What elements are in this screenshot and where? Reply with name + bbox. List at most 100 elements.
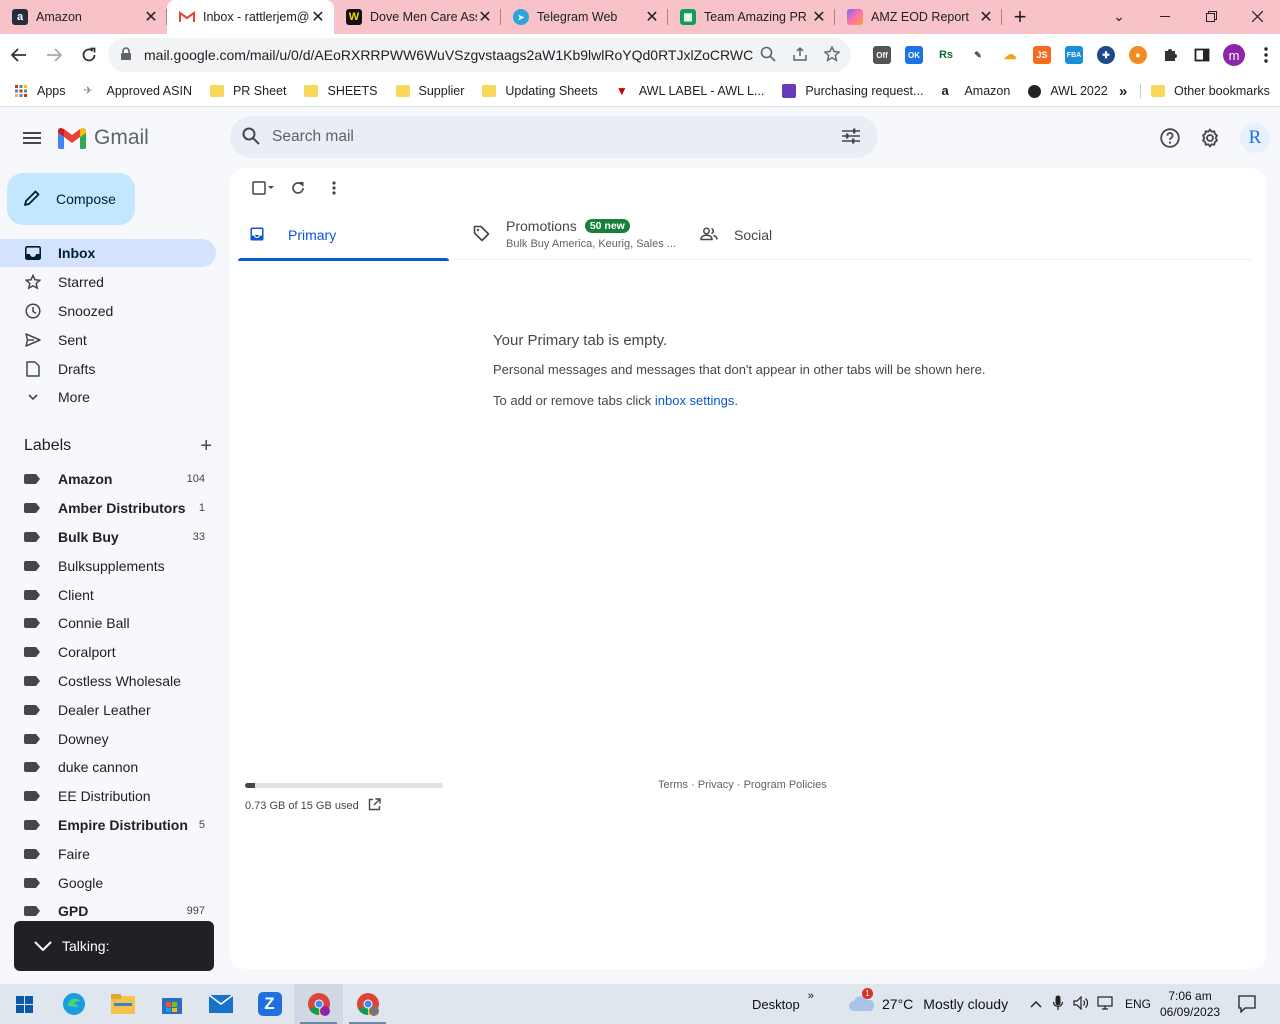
close-tab-icon[interactable]: ✕ bbox=[143, 7, 159, 27]
more-options-button[interactable] bbox=[316, 178, 352, 198]
input-language[interactable]: ENG bbox=[1125, 997, 1151, 1011]
extension-js-icon[interactable]: JS bbox=[1026, 38, 1058, 72]
extension-cloud-icon[interactable]: ☁ bbox=[994, 38, 1026, 72]
browser-tab-gmail[interactable]: Inbox - rattlerjem@ ✕ bbox=[167, 0, 334, 34]
search-input[interactable] bbox=[272, 128, 812, 146]
extension-off-icon[interactable]: Off bbox=[866, 38, 898, 72]
browser-menu-icon[interactable] bbox=[1250, 38, 1280, 72]
label-item[interactable]: Google bbox=[0, 869, 216, 897]
nav-more[interactable]: More bbox=[0, 383, 216, 411]
browser-tab-dove[interactable]: W Dove Men Care Ass ✕ bbox=[334, 0, 501, 34]
label-item[interactable]: Connie Ball bbox=[0, 609, 216, 637]
close-window-button[interactable] bbox=[1234, 0, 1280, 32]
browser-tab-amz-eod[interactable]: AMZ EOD Report ✕ bbox=[835, 0, 1002, 34]
label-item[interactable]: duke cannon bbox=[0, 753, 216, 781]
bookmark-supplier[interactable]: Supplier bbox=[395, 84, 464, 98]
account-avatar[interactable]: R bbox=[1240, 123, 1270, 153]
windows-start-button[interactable] bbox=[0, 984, 49, 1024]
search-icon[interactable] bbox=[242, 127, 260, 148]
new-tab-button[interactable]: + bbox=[1002, 0, 1038, 34]
bookmark-sheets[interactable]: SHEETS bbox=[304, 84, 378, 98]
restore-button[interactable] bbox=[1188, 0, 1234, 32]
terms-link[interactable]: Terms bbox=[658, 779, 688, 791]
extension-rs-icon[interactable]: Rs bbox=[930, 38, 962, 72]
bookmark-updating-sheets[interactable]: Updating Sheets bbox=[482, 84, 598, 98]
close-tab-icon[interactable]: ✕ bbox=[978, 7, 994, 27]
bookmark-star-icon[interactable] bbox=[823, 44, 841, 65]
label-item[interactable]: Downey bbox=[0, 725, 216, 753]
file-explorer-icon[interactable] bbox=[98, 984, 147, 1024]
bookmark-awl-label[interactable]: ▼ AWL LABEL - AWL L... bbox=[616, 84, 765, 98]
nav-snoozed[interactable]: Snoozed bbox=[0, 297, 216, 325]
tab-promotions[interactable]: Promotions 50 new Bulk Buy America, Keur… bbox=[461, 210, 681, 260]
privacy-link[interactable]: Privacy bbox=[698, 779, 734, 791]
close-tab-icon[interactable]: ✕ bbox=[477, 7, 493, 27]
close-tab-icon[interactable]: ✕ bbox=[310, 7, 326, 27]
compose-button[interactable]: Compose bbox=[7, 173, 135, 225]
nav-sent[interactable]: Sent bbox=[0, 326, 216, 354]
share-icon[interactable] bbox=[792, 46, 808, 65]
mail-app-icon[interactable] bbox=[196, 984, 245, 1024]
extension-keepa-icon[interactable]: ✎ bbox=[962, 38, 994, 72]
edge-icon[interactable] bbox=[49, 984, 98, 1024]
reload-button[interactable] bbox=[73, 39, 105, 71]
tab-primary[interactable]: Primary bbox=[238, 210, 449, 261]
bookmark-purchasing[interactable]: Purchasing request... bbox=[782, 84, 923, 98]
forward-button[interactable] bbox=[38, 39, 70, 71]
chrome-icon[interactable] bbox=[294, 984, 343, 1024]
other-bookmarks[interactable]: Other bookmarks bbox=[1140, 84, 1270, 98]
minimize-button[interactable] bbox=[1142, 0, 1188, 32]
nav-starred[interactable]: Starred bbox=[0, 268, 216, 296]
bookmark-awl-2022[interactable]: AWL 2022 bbox=[1028, 84, 1108, 98]
profile-avatar[interactable]: m bbox=[1218, 38, 1250, 72]
side-panel-icon[interactable] bbox=[1186, 38, 1218, 72]
label-item[interactable]: Dealer Leather bbox=[0, 696, 216, 724]
zoom-search-icon[interactable] bbox=[760, 46, 776, 65]
bookmark-approved-asin[interactable]: ✈ Approved ASIN bbox=[84, 84, 192, 98]
extension-fba-icon[interactable]: FBA bbox=[1058, 38, 1090, 72]
inbox-settings-link[interactable]: inbox settings bbox=[655, 393, 735, 408]
refresh-button[interactable] bbox=[280, 178, 316, 198]
browser-tab-amazon[interactable]: a Amazon ✕ bbox=[0, 0, 167, 34]
extension-ok-icon[interactable]: OK bbox=[898, 38, 930, 72]
bookmark-amazon[interactable]: a Amazon bbox=[941, 84, 1010, 98]
clock[interactable]: 7:06 am 06/09/2023 bbox=[1160, 984, 1220, 1024]
weather-widget[interactable]: 1 27°C Mostly cloudy bbox=[848, 984, 1008, 1024]
desktop-toolbar[interactable]: Desktop » bbox=[752, 984, 814, 1024]
network-icon[interactable] bbox=[1097, 995, 1113, 1013]
chrome-profile-icon[interactable] bbox=[343, 984, 392, 1024]
microphone-icon[interactable] bbox=[1052, 995, 1064, 1014]
extension-orange-icon[interactable]: ● bbox=[1122, 38, 1154, 72]
close-tab-icon[interactable]: ✕ bbox=[811, 7, 827, 27]
browser-tab-sheets[interactable]: ▦ Team Amazing PR - ✕ bbox=[668, 0, 835, 34]
extension-gear-icon[interactable]: ✚ bbox=[1090, 38, 1122, 72]
more-bookmarks-button[interactable]: » bbox=[1119, 83, 1127, 100]
label-item[interactable]: Costless Wholesale bbox=[0, 667, 216, 695]
open-in-new-icon[interactable] bbox=[368, 798, 381, 814]
search-options-icon[interactable] bbox=[842, 128, 860, 147]
back-button[interactable] bbox=[3, 39, 35, 71]
label-item[interactable]: Amber Distributors 1 bbox=[0, 494, 216, 522]
add-label-plus-icon[interactable]: + bbox=[200, 436, 212, 456]
hangouts-talking-bar[interactable]: Talking: bbox=[14, 921, 214, 971]
label-item[interactable]: Faire bbox=[0, 840, 216, 868]
volume-icon[interactable] bbox=[1073, 995, 1089, 1013]
notifications-icon[interactable] bbox=[1238, 984, 1256, 1024]
main-menu-button[interactable] bbox=[16, 122, 48, 154]
label-item[interactable]: EE Distribution bbox=[0, 782, 216, 810]
nav-inbox[interactable]: Inbox bbox=[0, 239, 216, 267]
label-item[interactable]: Bulksupplements bbox=[0, 552, 216, 580]
label-item[interactable]: Empire Distribution 5 bbox=[0, 811, 216, 839]
program-policies-link[interactable]: Program Policies bbox=[744, 779, 827, 791]
select-checkbox[interactable] bbox=[244, 178, 280, 198]
chevron-down-icon[interactable] bbox=[34, 938, 52, 954]
label-item[interactable]: Amazon 104 bbox=[0, 465, 216, 493]
label-item[interactable]: Coralport bbox=[0, 638, 216, 666]
settings-gear-icon[interactable] bbox=[1195, 123, 1225, 153]
address-bar[interactable]: mail.google.com/mail/u/0/d/AEoRXRRPWW6Wu… bbox=[108, 38, 851, 72]
browser-tab-telegram[interactable]: ➤ Telegram Web ✕ bbox=[501, 0, 668, 34]
search-bar[interactable] bbox=[230, 116, 878, 158]
store-icon[interactable] bbox=[147, 984, 196, 1024]
bookmark-apps[interactable]: Apps bbox=[14, 84, 66, 98]
nav-drafts[interactable]: Drafts bbox=[0, 355, 216, 383]
